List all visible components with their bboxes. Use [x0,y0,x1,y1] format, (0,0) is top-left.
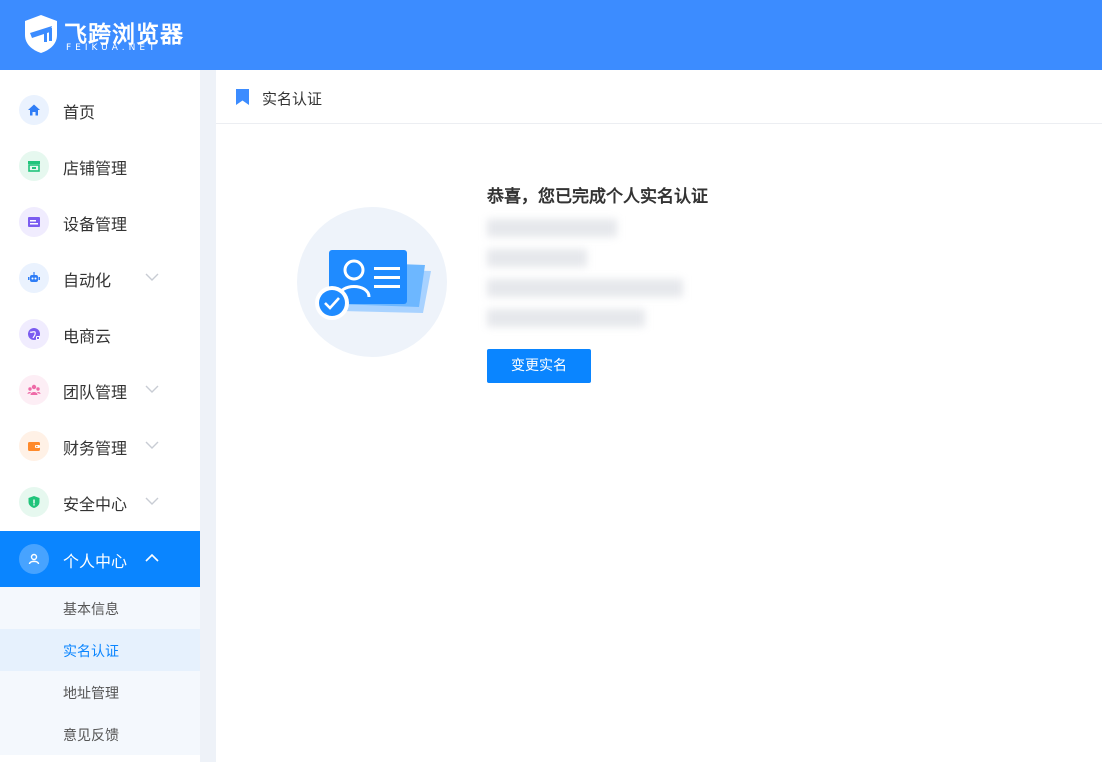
blurred-info-line [487,219,617,237]
logo[interactable]: 飞跨浏览器 FEIKUA.NET [22,13,192,57]
sidebar-gutter [200,70,216,762]
top-bar: 飞跨浏览器 FEIKUA.NET [0,0,1102,70]
sidebar: 首页 店铺管理 设备管理 自动化 电商云 团队管理 财务管理 安全中心 个人中心… [0,70,200,762]
sidebar-item-label: 店铺管理 [63,159,128,178]
store-icon [19,151,49,181]
page-title: 实名认证 [262,90,323,108]
sidebar-item-label: 电商云 [63,327,112,346]
sidebar-item-personal-center[interactable]: 个人中心 [0,531,200,587]
sidebar-subitem-address[interactable]: 地址管理 [0,671,200,713]
sidebar-item-label: 设备管理 [63,215,128,234]
team-icon [19,375,49,405]
shield-logo-icon [25,15,57,53]
sidebar-item-label: 安全中心 [63,495,128,514]
logo-subtext: FEIKUA.NET [66,43,159,53]
sidebar-item-automation[interactable]: 自动化 [0,250,200,306]
chevron-up-icon [145,553,159,562]
device-icon [19,207,49,237]
user-icon [19,544,49,574]
sidebar-item-label: 自动化 [63,271,112,290]
sidebar-subitem-label: 基本信息 [63,602,119,618]
blurred-info-line [487,309,645,327]
home-icon [19,95,49,125]
success-title: 恭喜，您已完成个人实名认证 [487,187,708,207]
sidebar-item-label: 财务管理 [63,439,128,458]
sidebar-subitem-label: 意见反馈 [63,728,119,744]
sidebar-item-home[interactable]: 首页 [0,82,200,138]
chevron-down-icon [145,441,159,449]
sidebar-item-label: 个人中心 [63,552,128,571]
sidebar-subitem-feedback[interactable]: 意见反馈 [0,713,200,755]
chevron-down-icon [145,497,159,505]
chevron-down-icon [145,273,159,281]
shield-icon [19,487,49,517]
sidebar-subitem-basic-info[interactable]: 基本信息 [0,587,200,629]
sidebar-item-label: 首页 [63,103,96,122]
sidebar-item-security[interactable]: 安全中心 [0,474,200,530]
page-header: 实名认证 [216,70,1102,124]
sidebar-item-label: 团队管理 [63,383,128,402]
change-real-name-button[interactable]: 变更实名 [487,349,591,383]
sidebar-subitem-label: 实名认证 [63,644,119,660]
wallet-icon [19,431,49,461]
chevron-down-icon [145,385,159,393]
sidebar-item-ecommerce-cloud[interactable]: 电商云 [0,306,200,362]
sidebar-item-store[interactable]: 店铺管理 [0,138,200,194]
cloud-globe-icon [19,319,49,349]
sidebar-item-finance[interactable]: 财务管理 [0,418,200,474]
main-content: 实名认证 恭喜，您已完成个人实名认证 变更实名 [216,70,1102,762]
sidebar-item-team[interactable]: 团队管理 [0,362,200,418]
sidebar-item-device[interactable]: 设备管理 [0,194,200,250]
blurred-info-line [487,249,587,267]
id-card-verified-illustration [297,207,447,357]
sidebar-subitem-real-name[interactable]: 实名认证 [0,629,200,671]
robot-icon [19,263,49,293]
sidebar-subitem-label: 地址管理 [63,686,119,702]
bookmark-icon [236,89,249,105]
blurred-info-line [487,279,683,297]
